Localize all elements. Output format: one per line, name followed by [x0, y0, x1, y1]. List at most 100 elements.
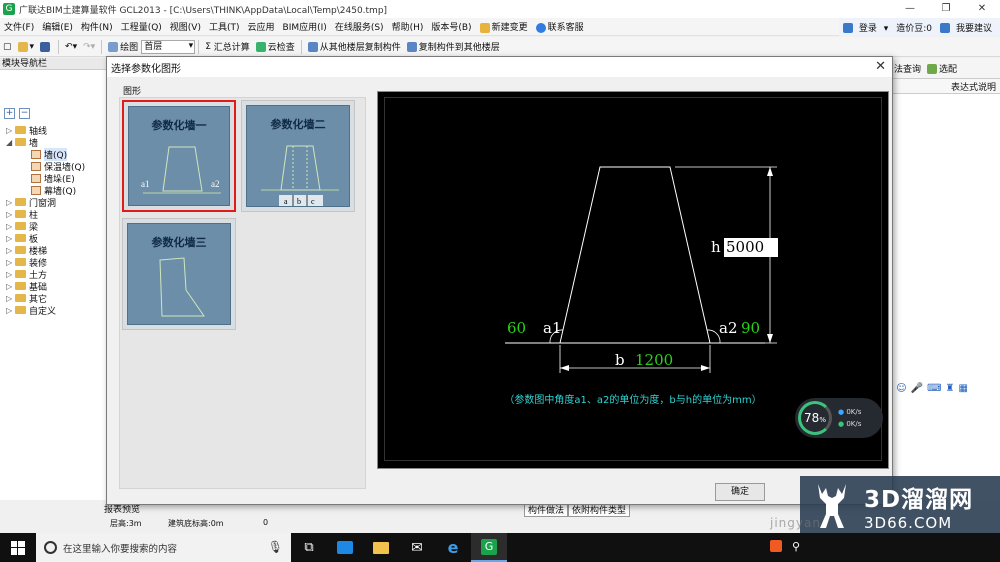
- expander-icon[interactable]: ▷: [6, 198, 15, 207]
- tree-item[interactable]: 墙(Q): [6, 147, 85, 161]
- tree-item[interactable]: 保温墙(Q): [6, 160, 85, 173]
- expander-icon[interactable]: ◢: [6, 138, 15, 147]
- tree-item-label: 墙: [29, 138, 39, 149]
- ok-button[interactable]: 确定: [715, 483, 765, 501]
- menu-edit[interactable]: 编辑(E): [38, 20, 77, 33]
- open-folder-icon[interactable]: ▾: [15, 41, 38, 52]
- shape-tile-wall-2[interactable]: 参数化墙二 a b c: [241, 100, 355, 212]
- menu-help[interactable]: 帮助(H): [388, 20, 428, 33]
- menu-view[interactable]: 视图(V): [166, 20, 205, 33]
- menu-component[interactable]: 构件(N): [77, 20, 117, 33]
- undo-icon[interactable]: ↶▾: [62, 42, 80, 52]
- file-explorer-icon[interactable]: [363, 533, 399, 562]
- sum-button[interactable]: Σ 汇总计算: [202, 40, 253, 54]
- shape-tile-wall-3[interactable]: 参数化墙三: [122, 218, 236, 330]
- expander-icon[interactable]: ▷: [6, 126, 15, 135]
- grid-icon[interactable]: ▦: [958, 383, 967, 394]
- maximize-button[interactable]: ❐: [928, 0, 964, 18]
- expander-icon[interactable]: ▷: [6, 294, 15, 303]
- menu-new-change[interactable]: 新建变更: [476, 20, 532, 33]
- tree-item[interactable]: ▷ 土方: [6, 268, 85, 281]
- menu-online[interactable]: 在线服务(S): [331, 20, 388, 33]
- tree-item[interactable]: ▷ 板: [6, 232, 85, 245]
- redo-icon[interactable]: ↷▾: [80, 42, 98, 52]
- copy-to-floor-button[interactable]: 复制构件到其他楼层: [404, 40, 503, 53]
- new-file-icon[interactable]: ▢: [0, 42, 15, 52]
- contact-icon: [535, 22, 546, 33]
- a2-value-input[interactable]: 90: [741, 319, 760, 337]
- suggest-button[interactable]: 我要建议: [936, 21, 1000, 34]
- tree-item[interactable]: ▷ 楼梯: [6, 244, 85, 257]
- start-button[interactable]: [0, 533, 36, 562]
- module-tree: ▷ 轴线 ◢ 墙墙(Q) 保温墙(Q) 墙垛(E) 幕墙(Q) ▷ 门窗洞 ▷ 柱 ▷ 梁 ▷ 板 ▷ 楼梯 ▷ 装…: [6, 124, 85, 317]
- network-speed-widget[interactable]: 78% ● 0K/s ● 0K/s: [795, 398, 883, 438]
- tree-item[interactable]: ▷ 其它: [6, 292, 85, 305]
- keyboard-icon[interactable]: ⌨: [927, 383, 941, 394]
- tree-item[interactable]: ▷ 装修: [6, 256, 85, 269]
- tree-item-label: 自定义: [29, 306, 57, 317]
- menu-bim[interactable]: BIM应用(I): [279, 20, 331, 33]
- expander-icon[interactable]: ▷: [6, 210, 15, 219]
- shape-group-label: 图形: [123, 87, 142, 97]
- h-value-input[interactable]: 5000: [724, 238, 778, 257]
- cortana-icon: [44, 541, 57, 554]
- b-label: b: [615, 351, 625, 369]
- expander-icon[interactable]: ▷: [6, 306, 15, 315]
- skin-icon[interactable]: ♜: [946, 383, 955, 394]
- floor-height-status: 层高:3m: [110, 519, 142, 528]
- emoji-icon[interactable]: ☺: [896, 383, 906, 394]
- query-button[interactable]: 法查询: [894, 62, 921, 75]
- expander-icon[interactable]: ▷: [6, 222, 15, 231]
- tree-item[interactable]: ▷ 轴线: [6, 124, 85, 137]
- copy-from-floor-button[interactable]: 从其他楼层复制构件: [305, 40, 404, 53]
- cloud-check-button[interactable]: 云检查: [253, 40, 298, 53]
- people-icon[interactable]: ⚲: [792, 540, 800, 553]
- taskbar-search[interactable]: 在这里输入你要搜索的内容 🎙: [36, 533, 291, 562]
- mail-icon[interactable]: ✉: [399, 533, 435, 562]
- dialog-close-icon[interactable]: ✕: [875, 59, 886, 74]
- expander-icon[interactable]: ▷: [6, 270, 15, 279]
- expander-icon[interactable]: ▷: [6, 246, 15, 255]
- menu-quantity[interactable]: 工程量(Q): [117, 20, 166, 33]
- tree-item[interactable]: 墙垛(E): [6, 172, 85, 185]
- expander-icon[interactable]: ▷: [6, 234, 15, 243]
- tree-item[interactable]: ◢ 墙: [6, 136, 85, 149]
- expander-icon[interactable]: ▷: [6, 258, 15, 267]
- tree-item[interactable]: ▷ 梁: [6, 220, 85, 233]
- glodon-app-icon[interactable]: G: [471, 533, 507, 562]
- task-view-icon[interactable]: ⧉: [291, 533, 327, 562]
- tree-item[interactable]: ▷ 自定义: [6, 304, 85, 317]
- edge-browser-icon[interactable]: e: [435, 533, 471, 562]
- menu-tools[interactable]: 工具(T): [205, 20, 244, 33]
- tree-item[interactable]: ▷ 基础: [6, 280, 85, 293]
- sum-label: 汇总计算: [213, 43, 250, 53]
- tree-item[interactable]: ▷ 门窗洞: [6, 196, 85, 209]
- minimize-button[interactable]: —: [892, 0, 928, 18]
- select-parametric-shape-dialog: 选择参数化图形 ✕ 图形 参数化墙一 a1 a2 参数化墙二 a b c 参数化…: [106, 56, 893, 505]
- expander-icon[interactable]: ▷: [6, 282, 15, 291]
- mic-icon[interactable]: 🎙: [268, 540, 283, 554]
- menu-contact[interactable]: 联系客服: [532, 20, 588, 33]
- close-button[interactable]: ✕: [964, 0, 1000, 18]
- draw-button[interactable]: 绘图: [105, 40, 141, 53]
- mic-icon[interactable]: 🎤: [911, 383, 923, 394]
- remote-app-icon[interactable]: [327, 533, 363, 562]
- sogou-tray-icon[interactable]: [769, 540, 782, 552]
- save-icon[interactable]: [37, 41, 55, 52]
- menu-file[interactable]: 文件(F): [0, 20, 38, 33]
- expand-all-icon[interactable]: +: [4, 108, 15, 119]
- component-icon: [31, 149, 41, 159]
- login-button[interactable]: 登录 ▾: [839, 21, 892, 34]
- tree-item[interactable]: 幕墙(Q): [6, 184, 85, 197]
- a1-value-input[interactable]: 60: [507, 319, 526, 337]
- floor-select[interactable]: 首层: [141, 39, 196, 54]
- menu-bar: 文件(F) 编辑(E) 构件(N) 工程量(Q) 视图(V) 工具(T) 云应用…: [0, 18, 1000, 36]
- menu-cloud[interactable]: 云应用: [244, 20, 279, 33]
- select-button[interactable]: 选配: [927, 62, 957, 75]
- shape-tile-wall-1[interactable]: 参数化墙一 a1 a2: [122, 100, 236, 212]
- tree-item[interactable]: ▷ 柱: [6, 208, 85, 221]
- a1-label: a1: [543, 319, 562, 337]
- menu-version[interactable]: 版本号(B): [427, 20, 475, 33]
- collapse-all-icon[interactable]: −: [19, 108, 30, 119]
- b-value-input[interactable]: 1200: [635, 351, 673, 369]
